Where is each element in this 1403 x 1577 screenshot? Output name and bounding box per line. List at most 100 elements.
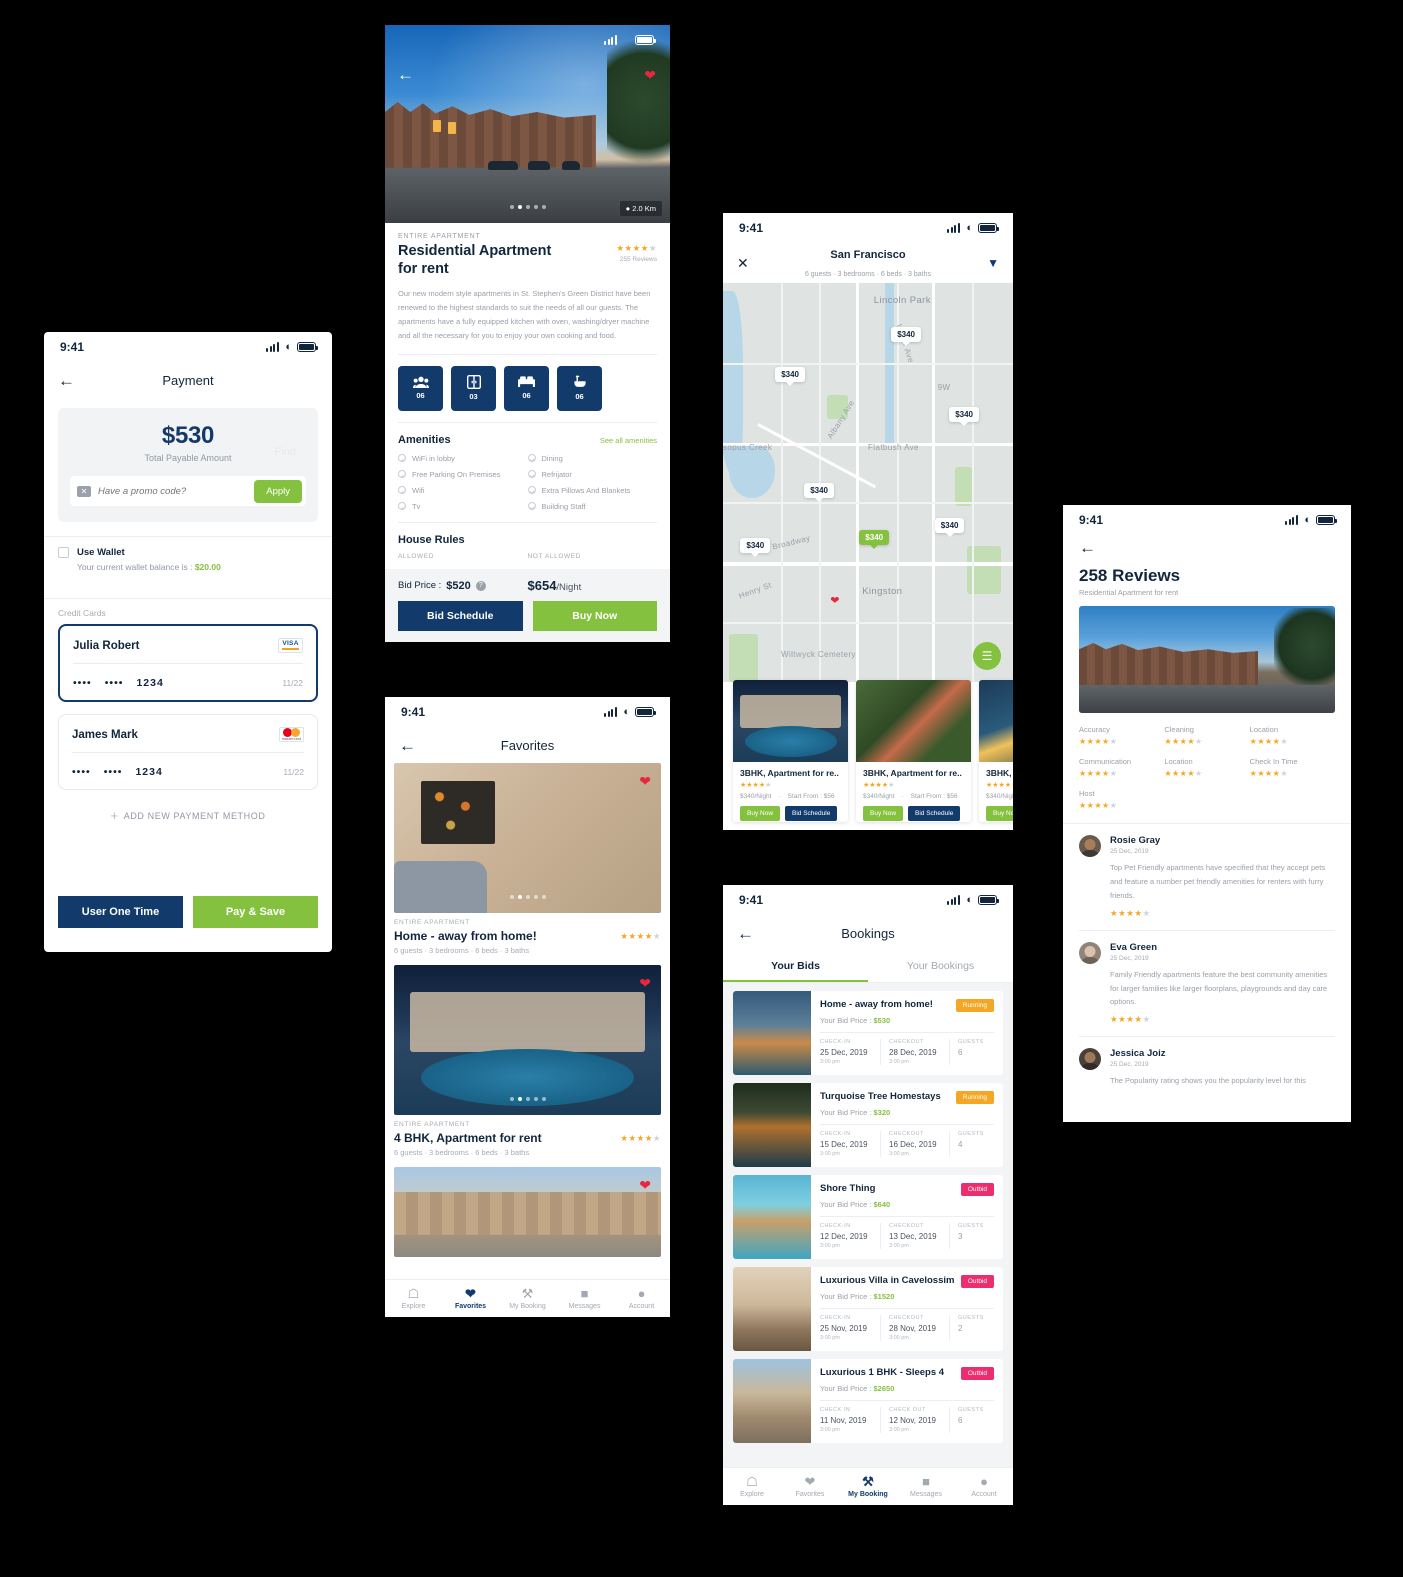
- card-holder-name: James Mark: [72, 728, 138, 741]
- category-stars: ★★★★★: [1164, 769, 1203, 778]
- bid-schedule-button[interactable]: Bid Schedule: [785, 806, 838, 821]
- map-label: 9W: [937, 382, 951, 392]
- category-label: Communication: [1079, 757, 1132, 766]
- map-price-pin[interactable]: $340: [949, 406, 979, 422]
- booking-row[interactable]: Home - away from home! Running Your Bid …: [733, 991, 1003, 1075]
- amenities-title: Amenities: [398, 433, 451, 446]
- credit-card-item[interactable]: James Mark mastercard •••• •••• 1234 11/…: [58, 714, 318, 790]
- use-one-time-button[interactable]: User One Time: [58, 896, 183, 928]
- favorite-photo[interactable]: ❤: [394, 965, 661, 1115]
- favorite-heart-icon[interactable]: ❤: [644, 67, 656, 84]
- hero-image[interactable]: 9:41 ◐ ← ❤ ● 2.0 Km: [385, 25, 670, 223]
- use-wallet-row[interactable]: Use Wallet Your current wallet balance i…: [44, 537, 332, 584]
- map-price-pin[interactable]: $340: [775, 366, 805, 382]
- tab-messages[interactable]: ■ Messages: [897, 1475, 955, 1498]
- wallet-balance-text: Your current wallet balance is :: [77, 562, 193, 572]
- favorite-heart-icon[interactable]: ❤: [830, 594, 839, 607]
- screens-board: 9:41 ◐ ← Payment $530 Total Payable Amou…: [0, 0, 1403, 1577]
- tab-my-booking[interactable]: ⚒ My Booking: [839, 1475, 897, 1498]
- map-listing-cards[interactable]: 3BHK, Apartment for re.. ★★★★★ $340/Nigh…: [723, 672, 1013, 830]
- favorite-heart-icon[interactable]: ❤: [639, 1177, 651, 1194]
- back-arrow-icon[interactable]: ←: [1079, 538, 1096, 557]
- apply-promo-button[interactable]: Apply: [254, 479, 302, 503]
- tab-my-booking[interactable]: ⚒ My Booking: [499, 1287, 556, 1310]
- review-date: 25 Dec, 2019: [1110, 1061, 1149, 1069]
- amenity-item: Dining: [527, 454, 658, 463]
- tab-explore[interactable]: ☖ Explore: [723, 1475, 781, 1498]
- wifi-icon: ◐: [285, 340, 292, 353]
- tab-messages[interactable]: ■ Messages: [556, 1287, 613, 1310]
- bookings-screen: 9:41 ◐ ← Bookings Your Bids Your Booking…: [723, 885, 1013, 1505]
- buy-now-button[interactable]: Buy No: [986, 806, 1013, 821]
- listing-kicker: ENTIRE APARTMENT: [394, 1121, 470, 1128]
- map-card[interactable]: 3BHK, Apartment for re.. ★★★★★ $340/Nigh…: [733, 680, 848, 822]
- favorite-photo[interactable]: ❤: [394, 763, 661, 913]
- bookings-tabs: Your Bids Your Bookings: [723, 951, 1013, 983]
- back-arrow-icon[interactable]: ←: [58, 372, 75, 389]
- house-rules-title: House Rules: [398, 533, 465, 546]
- bid-price-value: $640: [873, 1200, 891, 1209]
- booking-row[interactable]: Turquoise Tree Homestays Running Your Bi…: [733, 1083, 1003, 1167]
- booking-thumb: [733, 991, 811, 1075]
- signal-icon: [266, 342, 280, 352]
- info-icon[interactable]: ?: [475, 580, 486, 591]
- favorite-heart-icon[interactable]: ❤: [639, 975, 651, 992]
- tab-explore[interactable]: ☖ Explore: [385, 1287, 442, 1310]
- carousel-dots[interactable]: [394, 895, 661, 899]
- map-canvas[interactable]: Lincoln Park Albany Ave Flatbush Ave Kin…: [723, 283, 1013, 682]
- map-price-pin-active[interactable]: $340: [859, 530, 890, 546]
- reviews-count-title: 258 Reviews: [1079, 566, 1181, 585]
- tab-label: My Booking: [509, 1303, 546, 1310]
- map-price-pin[interactable]: $340: [740, 538, 771, 554]
- check-icon: [527, 454, 536, 463]
- payment-screen: 9:41 ◐ ← Payment $530 Total Payable Amou…: [44, 332, 332, 952]
- tab-favorites[interactable]: ❤ Favorites: [442, 1287, 499, 1310]
- add-payment-method-button[interactable]: + ADD NEW PAYMENT METHOD: [44, 802, 332, 823]
- tab-account[interactable]: ● Account: [613, 1287, 670, 1310]
- review-text: Family Friendly apartments feature the b…: [1110, 969, 1328, 1007]
- map-price-pin[interactable]: $340: [934, 518, 965, 534]
- price-per-night: $340/Nigh: [986, 793, 1013, 800]
- guests-header: GUESTS: [958, 1131, 984, 1137]
- favorite-heart-icon[interactable]: ❤: [639, 773, 651, 790]
- tab-account[interactable]: ● Account: [955, 1475, 1013, 1498]
- buy-now-button[interactable]: Buy Now: [532, 601, 657, 631]
- listing-title: Residential Apartment for rent: [398, 243, 552, 277]
- reviews-count[interactable]: 255 Reviews: [616, 256, 657, 263]
- listing-title: 4 BHK, Apartment for rent: [394, 1131, 542, 1145]
- bid-price-label: Your Bid Price :: [820, 1384, 872, 1393]
- bid-schedule-button[interactable]: Bid Schedule: [398, 601, 523, 631]
- card-last4: 1234: [135, 766, 163, 778]
- status-bar: 9:41 ◐: [723, 213, 1013, 243]
- buy-now-button[interactable]: Buy Now: [863, 806, 904, 821]
- buy-now-button[interactable]: Buy Now: [740, 806, 781, 821]
- credit-card-item[interactable]: Julia Robert VISA •••• •••• 1234 11/22: [58, 624, 318, 702]
- list-view-fab[interactable]: ☰: [973, 642, 1001, 670]
- carousel-dots[interactable]: [394, 1097, 661, 1101]
- review-text: The Popularity rating shows you the popu…: [1110, 1076, 1306, 1086]
- bid-schedule-button[interactable]: Bid Schedule: [908, 806, 961, 821]
- map-price-pin[interactable]: $340: [891, 326, 921, 342]
- pay-and-save-button[interactable]: Pay & Save: [193, 896, 318, 928]
- favorite-photo[interactable]: ❤: [394, 1167, 661, 1257]
- back-arrow-icon[interactable]: ←: [397, 65, 414, 85]
- back-arrow-icon[interactable]: ←: [737, 925, 754, 942]
- signal-icon: [947, 223, 961, 233]
- tab-your-bids[interactable]: Your Bids: [723, 951, 868, 982]
- back-arrow-icon[interactable]: ←: [399, 737, 416, 754]
- booking-row[interactable]: Luxurious 1 BHK - Sleeps 4 Outbid Your B…: [733, 1359, 1003, 1443]
- booking-row[interactable]: Luxurious Villa in Cavelossim Outbid You…: [733, 1267, 1003, 1351]
- tab-favorites[interactable]: ❤ Favorites: [781, 1475, 839, 1498]
- map-card[interactable]: 3BHK, A.. ★★★★★ $340/Nigh Buy No: [979, 680, 1013, 822]
- map-price-pin[interactable]: $340: [804, 482, 834, 498]
- see-all-amenities-link[interactable]: See all amenities: [600, 436, 657, 445]
- map-label: Broadway: [771, 533, 812, 552]
- promo-input[interactable]: [98, 485, 248, 497]
- map-card[interactable]: 3BHK, Apartment for re.. ★★★★★ $340/Nigh…: [856, 680, 971, 822]
- tab-your-bookings[interactable]: Your Bookings: [868, 951, 1013, 982]
- use-wallet-checkbox[interactable]: [58, 547, 69, 558]
- checkin-date: 25 Nov, 2019: [820, 1324, 867, 1333]
- booking-row[interactable]: Shore Thing Outbid Your Bid Price : $640…: [733, 1175, 1003, 1259]
- feature-beds-value: 06: [522, 391, 531, 401]
- map-card-title: 3BHK, Apartment for re..: [863, 768, 962, 778]
